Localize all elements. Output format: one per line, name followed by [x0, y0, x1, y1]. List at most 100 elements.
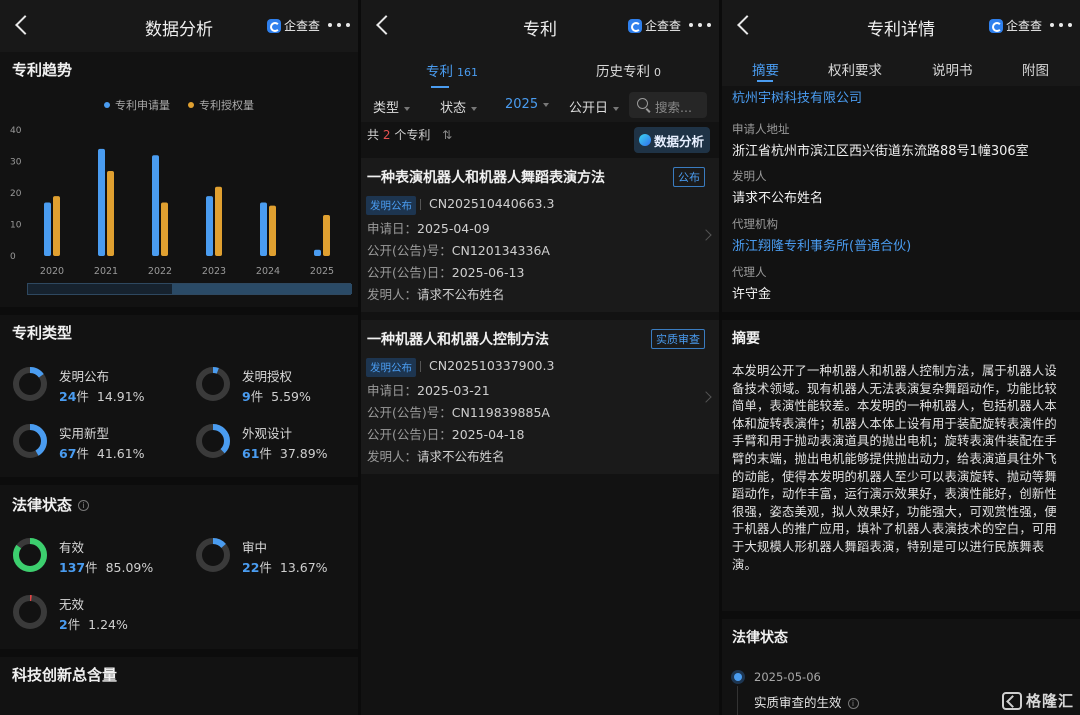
bar-grant-2020[interactable]: [53, 196, 60, 256]
patent-card[interactable]: 一种表演机器人和机器人舞蹈表演方法 公布 发明公布 CN202510440663.3 申…: [361, 158, 719, 312]
application-number: CN202510440663.3: [429, 196, 555, 211]
y-tick-label: 0: [10, 252, 16, 262]
bar-apply-2022[interactable]: [152, 155, 159, 256]
inventor-row: 发明人：请求不公布姓名: [367, 287, 505, 302]
bar-grant-2022[interactable]: [161, 202, 168, 256]
legal-status-item[interactable]: 审中 22件 13.67%: [195, 537, 358, 577]
qichacha-logo-icon: [266, 18, 281, 33]
brand[interactable]: 企查查: [266, 17, 320, 34]
chevron-right-icon: [700, 391, 712, 403]
back-icon[interactable]: [736, 15, 752, 35]
apply-date-row: 申请日：2025-03-21: [367, 383, 490, 398]
brand-name: 企查查: [1005, 19, 1042, 33]
agency: 代理机构 浙江翔隆专利事务所(普通合伙): [732, 216, 1070, 254]
filter-year[interactable]: 2025: [505, 97, 550, 112]
tab-description[interactable]: 说明书: [932, 59, 973, 79]
bar-apply-2021[interactable]: [98, 148, 105, 256]
info-icon[interactable]: i: [847, 698, 859, 709]
bar-grant-2021[interactable]: [107, 170, 114, 256]
patent-tabs: 专利 161 历史专利 0: [361, 52, 719, 90]
brand[interactable]: 企查查: [988, 17, 1042, 34]
chart-scrollbar[interactable]: [27, 283, 352, 295]
agency-link[interactable]: 浙江翔隆专利事务所(普通合伙): [732, 235, 1070, 254]
donut-chart: [13, 538, 47, 572]
applicant: 杭州宇树科技有限公司: [732, 87, 1070, 106]
filter-bar: 类型 状态 2025 公开日 搜索...: [361, 90, 719, 122]
type-value: 67件 41.61%: [59, 446, 145, 461]
chart-scrollbar-thumb[interactable]: [172, 284, 352, 294]
applicant-link[interactable]: 杭州宇树科技有限公司: [732, 87, 1070, 106]
trend-bar-chart: 0 10 20 30 40 2020 2021 2022 2023 2024 2025: [10, 126, 334, 277]
y-tick-label: 30: [10, 158, 22, 168]
patent-type-item[interactable]: 实用新型 67件 41.61%: [12, 423, 182, 463]
back-icon[interactable]: [375, 15, 391, 35]
filter-pub-date[interactable]: 公开日: [569, 97, 620, 116]
legal-value: 137件 85.09%: [59, 560, 154, 575]
caret-down-icon: [613, 106, 620, 111]
legend-item-grant[interactable]: 专利授权量: [188, 97, 254, 113]
more-icon[interactable]: [689, 16, 711, 34]
more-icon[interactable]: [1050, 16, 1072, 34]
pub-no-row: 公开(公告)号：CN119839885A: [367, 405, 550, 420]
caret-down-icon: [471, 106, 478, 111]
trend-title: 专利趋势: [12, 61, 73, 79]
tab-patents[interactable]: 专利 161: [426, 60, 478, 80]
patent-type-item[interactable]: 发明授权 9件 5.59%: [195, 366, 358, 406]
donut-chart: [196, 538, 230, 572]
legend-item-apply[interactable]: 专利申请量: [104, 97, 170, 113]
pub-date-row: 公开(公告)日：2025-04-18: [367, 427, 525, 442]
detail-tabs: 摘要 权利要求 说明书 附图: [722, 52, 1080, 86]
patent-card[interactable]: 一种机器人和机器人控制方法 实质审查 发明公布 CN202510337900.3 申请日…: [361, 320, 719, 474]
type-tag: 发明公布: [366, 196, 416, 215]
legal-status-item[interactable]: 有效 137件 85.09%: [12, 537, 182, 577]
bar-grant-2025[interactable]: [323, 215, 330, 256]
patent-detail-panel: 专利详情 企查查 摘要 权利要求 说明书 附图 杭州宇树科技有限公司 申请人地址…: [722, 0, 1080, 715]
filter-type[interactable]: 类型: [373, 97, 411, 116]
legal-status-item[interactable]: 无效 2件 1.24%: [12, 594, 182, 634]
abstract-text: 本发明公开了一种机器人和机器人控制方法，属于机器人设备技术领域。现有机器人无法表…: [732, 364, 1057, 572]
brand-name: 企查查: [644, 19, 681, 33]
info-icon[interactable]: i: [78, 500, 90, 511]
bar-apply-2024[interactable]: [260, 202, 267, 256]
legal-status-title: 法律状态 i: [12, 494, 90, 515]
patent-type-item[interactable]: 外观设计 61件 37.89%: [195, 423, 358, 463]
type-value: 9件 5.59%: [242, 389, 311, 404]
innovation-title: 科技创新总含量: [12, 666, 118, 684]
qichacha-logo-icon: [988, 18, 1003, 33]
x-tick-label: 2025: [310, 266, 334, 277]
type-label: 发明公布: [59, 369, 110, 384]
inventor: 发明人 请求不公布姓名: [732, 169, 824, 206]
top-bar: 数据分析 企查查: [0, 0, 358, 52]
bar-apply-2020[interactable]: [44, 202, 51, 256]
brand[interactable]: 企查查: [627, 17, 681, 34]
tab-indicator: [757, 80, 773, 82]
search-input[interactable]: 搜索...: [629, 92, 707, 118]
caret-down-icon: [543, 102, 550, 107]
donut-chart: [196, 424, 230, 458]
type-value: 61件 37.89%: [242, 446, 328, 461]
donut-chart: [13, 367, 47, 401]
sort-icon[interactable]: ⇅: [442, 128, 452, 142]
bar-grant-2023[interactable]: [215, 186, 222, 256]
tab-drawings[interactable]: 附图: [1022, 59, 1049, 79]
patent-type-item[interactable]: 发明公布 24件 14.91%: [12, 366, 182, 406]
x-tick-label: 2021: [94, 266, 118, 277]
filter-status[interactable]: 状态: [440, 97, 478, 116]
timeline-line: [737, 686, 738, 715]
data-analysis-button[interactable]: 数据分析: [633, 127, 710, 153]
result-count: 共 2 个专利 ⇅: [367, 128, 453, 142]
back-icon[interactable]: [14, 15, 30, 35]
top-bar: 专利详情 企查查: [722, 0, 1080, 52]
more-icon[interactable]: [328, 16, 350, 34]
bar-apply-2023[interactable]: [206, 196, 213, 256]
abstract-title: 摘要: [732, 331, 760, 347]
chevron-right-icon: [700, 229, 712, 241]
tab-history-patents[interactable]: 历史专利 0: [596, 60, 661, 80]
application-number: CN202510337900.3: [429, 358, 555, 373]
tab-claims[interactable]: 权利要求: [828, 59, 882, 79]
bar-apply-2025[interactable]: [314, 249, 321, 256]
qichacha-logo-icon: [627, 18, 642, 33]
search-placeholder: 搜索...: [655, 100, 692, 115]
tab-abstract[interactable]: 摘要: [752, 59, 779, 79]
bar-grant-2024[interactable]: [269, 205, 276, 256]
